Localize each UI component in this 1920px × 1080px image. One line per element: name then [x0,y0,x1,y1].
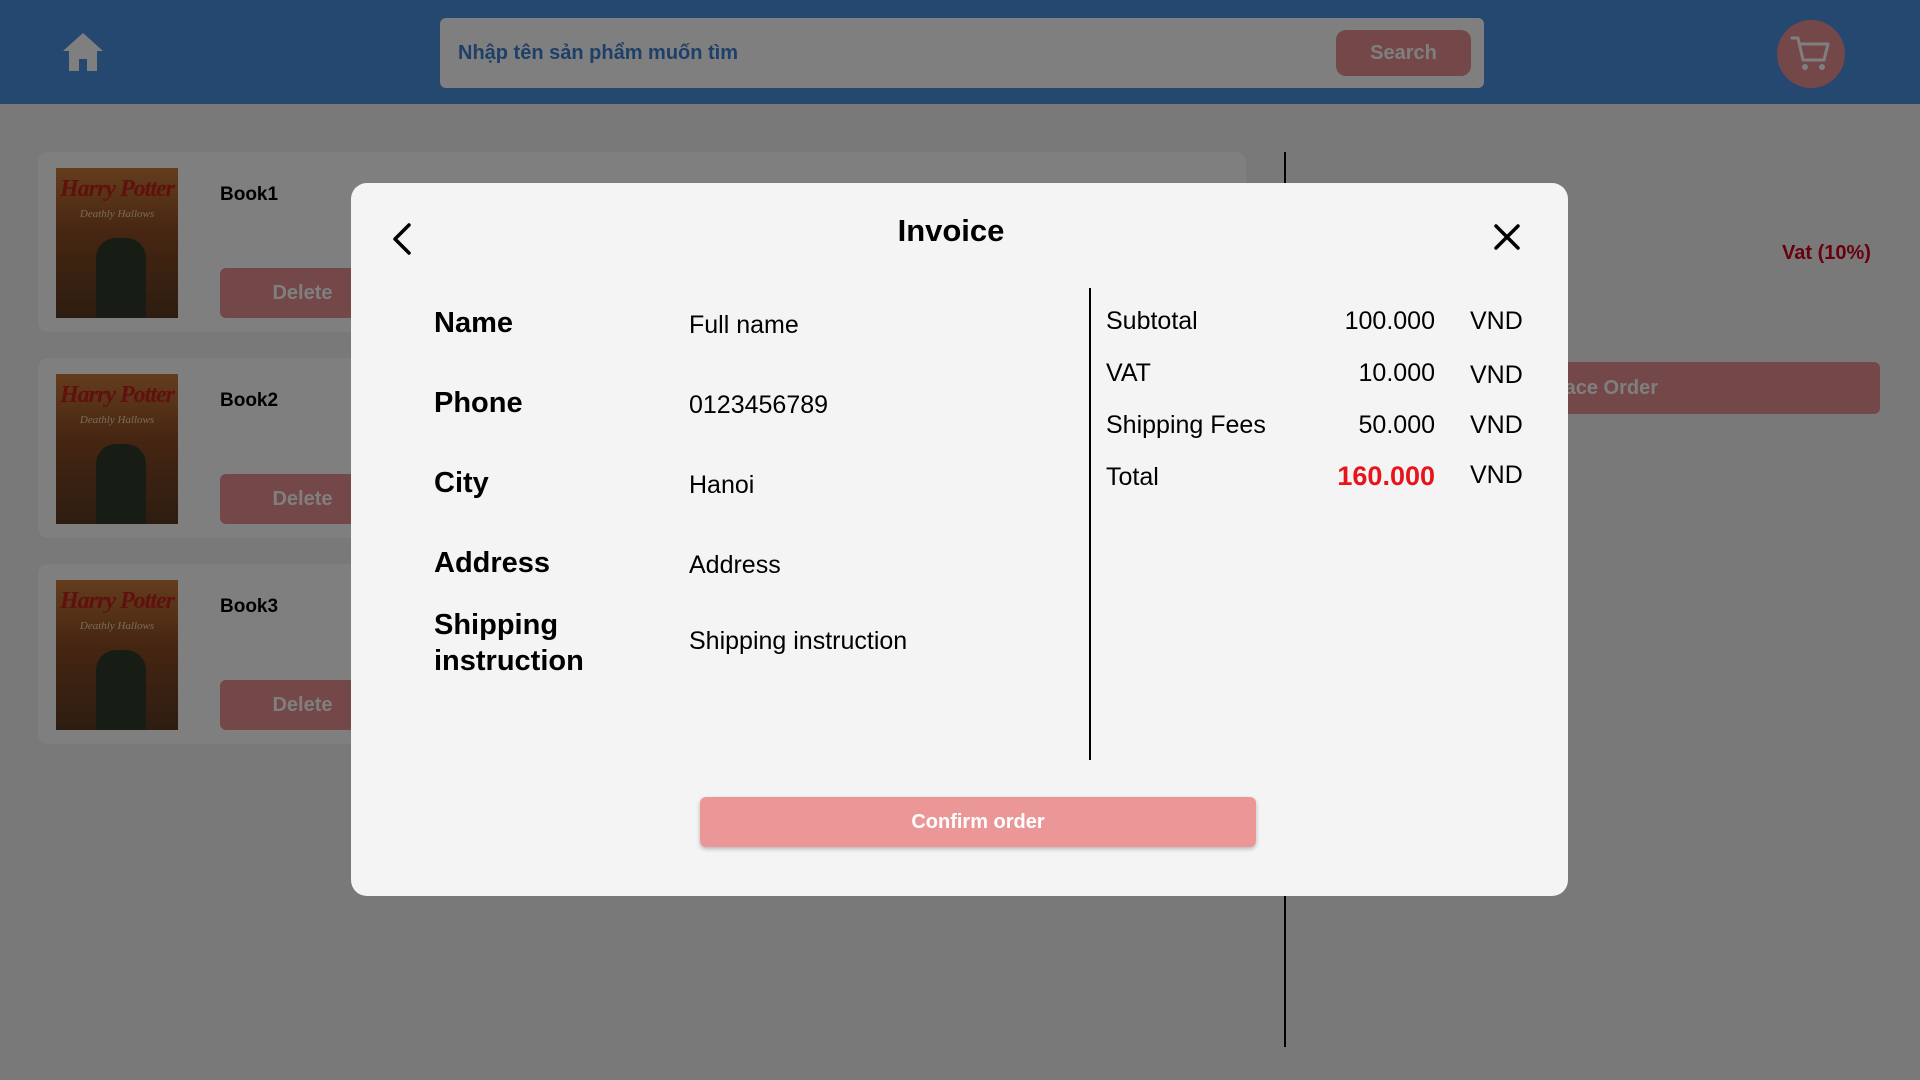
vat-value: 10.000 [1358,359,1435,387]
subtotal-currency: VND [1470,307,1523,335]
city-label: City [434,467,489,499]
name-value: Full name [689,311,799,339]
total-value: 160.000 [1337,461,1435,491]
phone-label: Phone [434,387,523,419]
close-button[interactable] [1491,221,1523,253]
shipping-fees-label: Shipping Fees [1106,411,1266,439]
modal-divider [1089,288,1091,760]
modal-title: Invoice [897,213,1005,248]
total-label: Total [1106,463,1159,491]
address-value: Address [689,551,781,579]
confirm-order-button[interactable]: Confirm order [700,797,1256,847]
address-label: Address [434,547,551,579]
shipping-fees-currency: VND [1470,411,1523,439]
subtotal-label: Subtotal [1106,307,1198,335]
close-icon [1494,224,1520,250]
city-value: Hanoi [689,471,755,499]
invoice-modal: Invoice Name Full name Phone 0123456789 … [351,183,1568,896]
vat-currency: VND [1470,361,1523,389]
phone-value: 0123456789 [689,391,829,419]
shipping-fees-value: 50.000 [1358,411,1435,439]
vat-label: VAT [1106,359,1151,387]
name-label: Name [434,307,513,339]
total-currency: VND [1470,461,1523,489]
shipping-instruction-value: Shipping instruction [689,627,908,655]
subtotal-value: 100.000 [1344,307,1435,335]
shipping-instruction-label: Shipping instruction [434,609,584,677]
